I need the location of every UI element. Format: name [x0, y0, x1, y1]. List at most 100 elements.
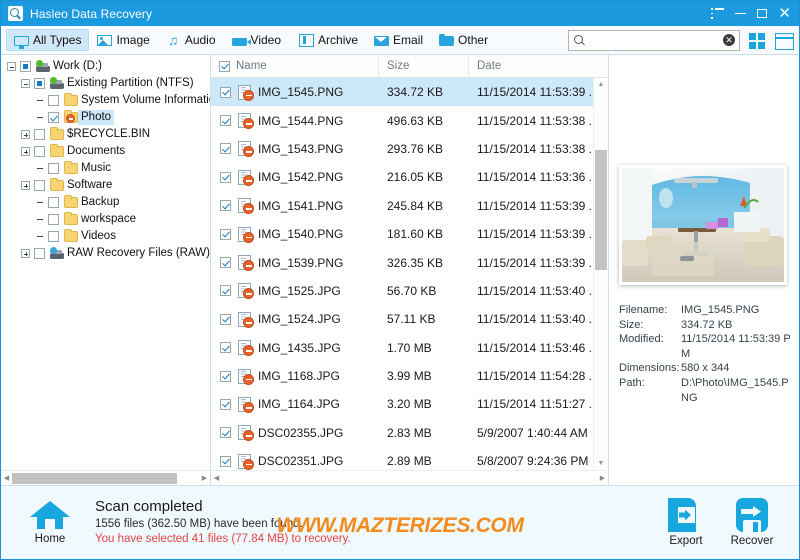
tree-node-backup[interactable]: Backup — [1, 194, 210, 211]
file-deleted-icon — [238, 169, 254, 186]
maximize-button[interactable] — [757, 9, 768, 18]
clear-icon[interactable]: ✕ — [723, 34, 735, 46]
scroll-left-arrow[interactable]: ◀ — [1, 474, 12, 482]
tree-checkbox[interactable] — [20, 61, 31, 72]
tree-checkbox[interactable] — [48, 197, 59, 208]
tree-checkbox[interactable] — [48, 163, 59, 174]
file-list-horizontal-scrollbar[interactable]: ◀ ▶ — [211, 470, 608, 485]
scroll-thumb[interactable] — [12, 472, 177, 484]
scroll-thumb[interactable] — [595, 150, 607, 270]
select-all-checkbox[interactable] — [219, 60, 230, 72]
file-list-vertical-scrollbar[interactable]: ▲ ▼ — [593, 78, 608, 470]
export-button[interactable]: Export — [653, 498, 719, 547]
table-row[interactable]: IMG_1544.PNG 496.63 KB 11/15/2014 11:53:… — [211, 106, 608, 134]
menu-icon[interactable] — [711, 8, 725, 19]
tree-node-work-d[interactable]: Work (D:) — [1, 58, 210, 75]
tree-checkbox[interactable] — [48, 112, 59, 123]
tree-checkbox[interactable] — [48, 95, 59, 106]
file-deleted-icon — [238, 113, 254, 130]
tree-checkbox[interactable] — [34, 78, 45, 89]
collapse-icon[interactable] — [21, 79, 30, 88]
table-row[interactable]: IMG_1543.PNG 293.76 KB 11/15/2014 11:53:… — [211, 135, 608, 163]
scroll-right-arrow[interactable]: ▶ — [199, 474, 210, 482]
scroll-track[interactable] — [12, 472, 199, 484]
tab-image[interactable]: Image — [89, 29, 157, 51]
expand-icon[interactable] — [21, 249, 30, 258]
table-row[interactable]: IMG_1524.JPG 57.11 KB 11/15/2014 11:53:4… — [211, 305, 608, 333]
table-row[interactable]: IMG_1542.PNG 216.05 KB 11/15/2014 11:53:… — [211, 163, 608, 191]
home-button[interactable]: Home — [19, 500, 81, 545]
tab-archive[interactable]: Archive — [289, 29, 366, 51]
tab-all-types[interactable]: All Types — [6, 29, 90, 51]
table-row[interactable]: IMG_1545.PNG 334.72 KB 11/15/2014 11:53:… — [211, 78, 608, 107]
row-checkbox[interactable] — [220, 115, 231, 127]
tree-checkbox[interactable] — [34, 146, 45, 157]
scroll-left-arrow[interactable]: ◀ — [211, 474, 222, 482]
file-name-cell: IMG_1544.PNG — [220, 113, 387, 130]
tree-checkbox[interactable] — [48, 214, 59, 225]
expand-icon[interactable] — [21, 181, 30, 190]
row-checkbox[interactable] — [220, 143, 231, 155]
row-checkbox[interactable] — [220, 398, 231, 410]
table-row[interactable]: IMG_1539.PNG 326.35 KB 11/15/2014 11:53:… — [211, 248, 608, 276]
folder-deleted-icon — [64, 109, 78, 123]
expand-icon[interactable] — [21, 147, 30, 156]
grid-view-toggle[interactable] — [747, 30, 768, 51]
tree-node-workspace[interactable]: workspace — [1, 211, 210, 228]
table-row[interactable]: IMG_1435.JPG 1.70 MB 11/15/2014 11:53:46… — [211, 334, 608, 362]
tree-node-system-volume-information[interactable]: System Volume Information — [1, 92, 210, 109]
recover-button[interactable]: Recover — [719, 498, 785, 547]
tree-checkbox[interactable] — [48, 231, 59, 242]
column-header-size[interactable]: Size — [379, 55, 469, 77]
table-row[interactable]: IMG_1168.JPG 3.99 MB 11/15/2014 11:54:28… — [211, 362, 608, 390]
table-row[interactable]: IMG_1525.JPG 56.70 KB 11/15/2014 11:53:4… — [211, 277, 608, 305]
table-row[interactable]: IMG_1164.JPG 3.20 MB 11/15/2014 11:51:27… — [211, 390, 608, 418]
tree-node-videos[interactable]: Videos — [1, 228, 210, 245]
scroll-right-arrow[interactable]: ▶ — [597, 474, 608, 482]
row-checkbox[interactable] — [220, 86, 231, 98]
row-checkbox[interactable] — [220, 285, 231, 297]
minimize-button[interactable] — [735, 12, 747, 15]
table-row[interactable]: IMG_1541.PNG 245.84 KB 11/15/2014 11:53:… — [211, 192, 608, 220]
file-name-cell: IMG_1545.PNG — [220, 84, 387, 101]
tree-node-recycle-bin[interactable]: $RECYCLE.BIN — [1, 126, 210, 143]
collapse-icon[interactable] — [7, 62, 16, 71]
close-icon[interactable]: ✕ — [778, 6, 791, 21]
row-checkbox[interactable] — [220, 427, 231, 439]
row-checkbox[interactable] — [220, 171, 231, 183]
scroll-up-arrow[interactable]: ▲ — [594, 78, 608, 91]
row-checkbox[interactable] — [220, 370, 231, 382]
column-header-date[interactable]: Date — [469, 55, 608, 77]
row-checkbox[interactable] — [220, 313, 231, 325]
column-header-name[interactable]: Name — [211, 55, 379, 77]
tree-checkbox[interactable] — [34, 248, 45, 259]
row-checkbox[interactable] — [220, 228, 231, 240]
tree-checkbox[interactable] — [34, 129, 45, 140]
tree-node-music[interactable]: Music — [1, 160, 210, 177]
tab-audio[interactable]: Audio — [158, 29, 224, 51]
detail-view-toggle[interactable] — [775, 32, 794, 50]
scroll-down-arrow[interactable]: ▼ — [594, 457, 608, 470]
table-row[interactable]: DSC02351.JPG 2.89 MB 5/8/2007 9:24:36 PM — [211, 447, 608, 470]
table-row[interactable]: DSC02355.JPG 2.83 MB 5/9/2007 1:40:44 AM — [211, 419, 608, 447]
tree-checkbox[interactable] — [34, 180, 45, 191]
tab-other[interactable]: Other — [431, 29, 496, 51]
tree-horizontal-scrollbar[interactable]: ◀ ▶ — [1, 470, 210, 485]
scroll-track[interactable] — [222, 473, 597, 484]
tree-node-software[interactable]: Software — [1, 177, 210, 194]
search-input[interactable] — [585, 34, 723, 46]
tree-node-photo[interactable]: Photo — [1, 109, 210, 126]
tab-video[interactable]: Video — [224, 29, 289, 51]
tree-node-documents[interactable]: Documents — [1, 143, 210, 160]
tree-node-raw-recovery-files[interactable]: RAW Recovery Files (RAW) — [1, 245, 210, 262]
row-checkbox[interactable] — [220, 342, 231, 354]
row-checkbox[interactable] — [220, 200, 231, 212]
expand-icon[interactable] — [21, 130, 30, 139]
file-name-cell: IMG_1164.JPG — [220, 396, 387, 413]
row-checkbox[interactable] — [220, 257, 231, 269]
tab-email[interactable]: Email — [366, 29, 431, 51]
search-box[interactable]: ✕ — [568, 29, 740, 51]
row-checkbox[interactable] — [220, 455, 231, 467]
table-row[interactable]: IMG_1540.PNG 181.60 KB 11/15/2014 11:53:… — [211, 220, 608, 248]
tree-node-existing-partition[interactable]: Existing Partition (NTFS) — [1, 75, 210, 92]
